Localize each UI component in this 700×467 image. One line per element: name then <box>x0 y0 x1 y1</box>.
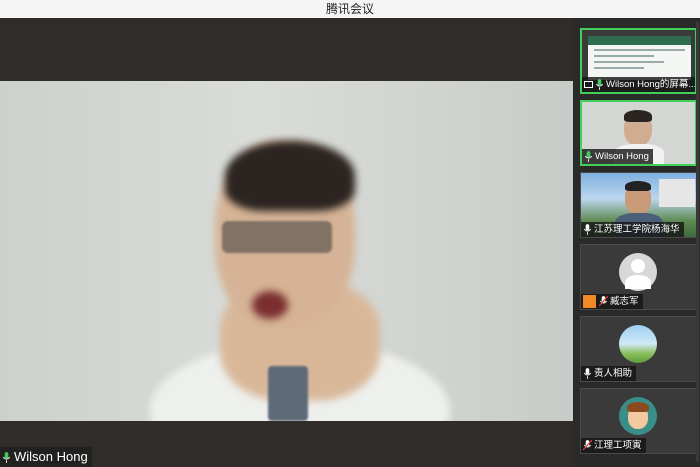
phone-user-icon <box>583 295 596 308</box>
microphone-icon <box>583 224 592 235</box>
microphone-icon <box>595 79 604 90</box>
sidebar-scrollbar[interactable] <box>696 22 699 462</box>
participant-tile-xiang-yin[interactable]: 江理工项寅 <box>580 388 697 454</box>
participant-sidebar: Wilson Hong的屏幕... Wilson Hong 江苏理工学院杨海华 … <box>573 18 700 467</box>
main-video-area[interactable]: Wilson Hong <box>0 18 573 467</box>
tile-label: Wilson Hong的屏幕... <box>582 77 695 92</box>
default-avatar-icon <box>619 253 657 291</box>
app-title: 腾讯会议 <box>325 2 374 16</box>
microphone-muted-icon <box>599 296 608 307</box>
speaker-name-tag: Wilson Hong <box>0 447 92 467</box>
participant-tile-wilson-hong[interactable]: Wilson Hong <box>580 100 697 166</box>
microphone-muted-icon <box>583 440 592 451</box>
microphone-icon <box>584 151 593 162</box>
tile-label: Wilson Hong <box>582 149 653 164</box>
tile-label: 江苏理工学院杨海华 <box>581 222 684 237</box>
participant-tile-screen-share[interactable]: Wilson Hong的屏幕... <box>580 28 697 94</box>
participant-tile-yang-haihua[interactable]: 江苏理工学院杨海华 <box>580 172 697 238</box>
cartoon-avatar-icon <box>619 397 657 435</box>
speaker-video <box>0 81 573 421</box>
landscape-avatar-icon <box>619 325 657 363</box>
microphone-icon <box>2 451 11 463</box>
participant-tile-guiren-xiangzhu[interactable]: 责人相助 <box>580 316 697 382</box>
microphone-icon <box>583 368 592 379</box>
screen-share-thumbnail <box>588 36 691 80</box>
tile-label: 臧志军 <box>581 294 643 309</box>
speaker-name: Wilson Hong <box>14 449 88 464</box>
participant-tile-zang-zhijun[interactable]: 臧志军 <box>580 244 697 310</box>
tile-label: 责人相助 <box>581 366 637 381</box>
tile-label: 江理工项寅 <box>581 438 646 453</box>
window-title-bar: 腾讯会议 <box>0 0 700 18</box>
screen-share-icon <box>584 81 593 88</box>
